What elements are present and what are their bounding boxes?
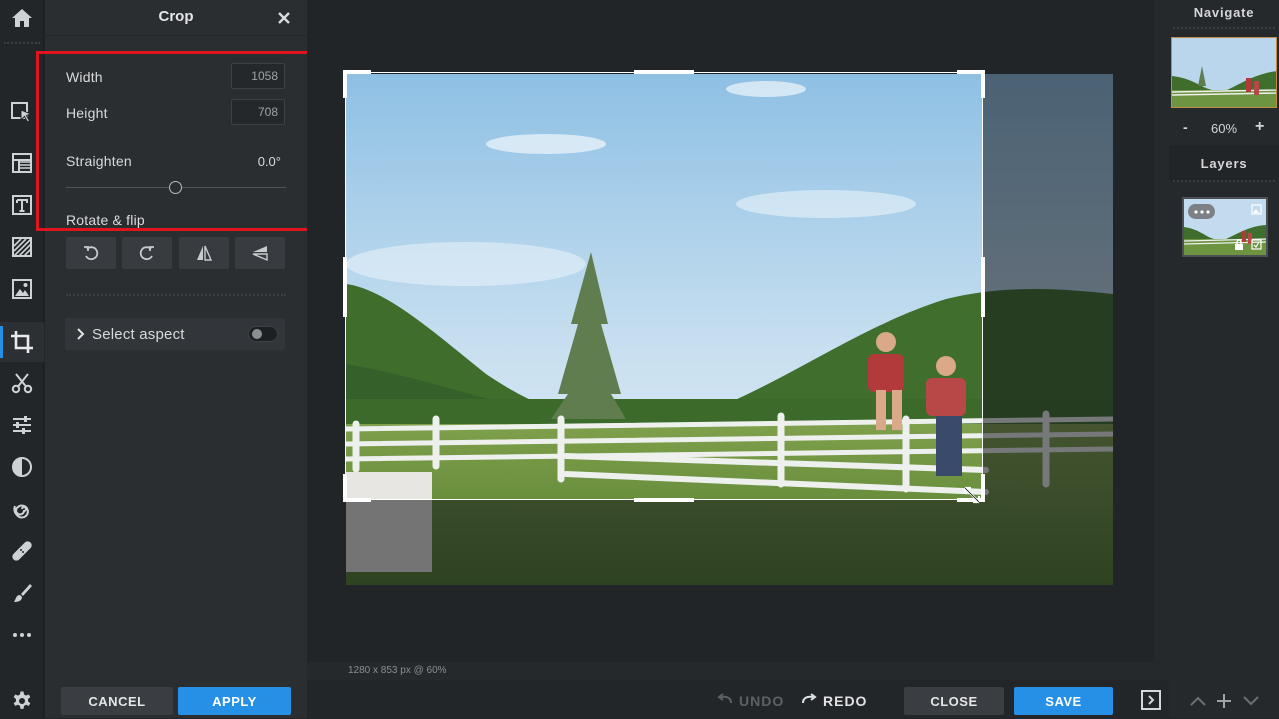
crop-shade-bottom <box>346 499 982 585</box>
crop-handle-right[interactable] <box>981 257 985 317</box>
cancel-button[interactable]: CANCEL <box>61 687 173 715</box>
crop-shade-right <box>982 74 1113 585</box>
zoom-out-button[interactable]: - <box>1183 119 1188 135</box>
layer-move-up-icon[interactable] <box>1189 694 1207 708</box>
crop-handle-bottom-left-v[interactable] <box>343 474 347 502</box>
layer-image-icon <box>1251 204 1262 215</box>
select-aspect-label: Select aspect <box>92 326 185 343</box>
scissors-icon[interactable] <box>0 365 44 401</box>
navigate-title: Navigate <box>1193 5 1255 20</box>
bandage-icon[interactable] <box>0 533 44 569</box>
apply-button[interactable]: APPLY <box>178 687 291 715</box>
crop-handle-bottom[interactable] <box>634 498 694 502</box>
rotate-left-icon <box>84 246 99 261</box>
straighten-slider-knob[interactable] <box>169 181 182 194</box>
crop-handle-top[interactable] <box>634 70 694 74</box>
crop-panel: Crop Width 1058 Height 708 Straighten 0.… <box>45 0 307 718</box>
crop-handle-top-left[interactable] <box>343 70 371 74</box>
lock-icon[interactable] <box>1234 239 1244 251</box>
image-status-bar: 1280 x 853 px @ 60% <box>307 662 1169 680</box>
zoom-level: 60% <box>1210 121 1238 136</box>
crop-frame[interactable] <box>343 70 985 502</box>
crop-icon[interactable] <box>0 322 44 362</box>
navigate-divider <box>1173 27 1275 29</box>
navigator-thumbnail[interactable] <box>1171 37 1277 108</box>
save-button[interactable]: SAVE <box>1014 687 1113 715</box>
more-dots-icon <box>1193 209 1210 214</box>
crop-handle-top-left-v[interactable] <box>343 70 347 98</box>
flip-vertical-icon <box>252 246 268 262</box>
rotate-left-button[interactable] <box>66 237 116 269</box>
spiral-icon[interactable] <box>0 491 44 527</box>
height-field[interactable]: 708 <box>231 99 285 125</box>
layers-divider <box>1173 180 1275 182</box>
select-aspect-row[interactable]: Select aspect <box>65 318 285 350</box>
layer-thumbnail[interactable] <box>1182 197 1268 257</box>
bottom-bar: UNDO REDO CLOSE SAVE <box>307 680 1279 718</box>
layer-move-down-icon[interactable] <box>1242 694 1260 708</box>
flip-vertical-button[interactable] <box>235 237 285 269</box>
layer-options-button[interactable] <box>1188 204 1215 219</box>
panel-divider <box>66 294 286 296</box>
flip-horizontal-icon <box>197 245 213 261</box>
layer-stack-icon[interactable] <box>0 145 44 181</box>
rail-divider <box>4 42 40 44</box>
more-dots-icon[interactable] <box>0 617 44 653</box>
undo-button[interactable]: UNDO <box>739 693 784 709</box>
height-label: Height <box>66 105 108 121</box>
sliders-icon[interactable] <box>0 407 44 443</box>
image-icon[interactable] <box>0 271 44 307</box>
chevron-right-icon <box>77 328 85 340</box>
rotate-flip-label: Rotate & flip <box>66 212 145 228</box>
image-size-zoom-label: 1280 x 853 px @ 60% <box>348 665 447 676</box>
crop-handle-top-right-v[interactable] <box>981 70 985 98</box>
undo-icon <box>717 693 732 704</box>
toggle-sidebar-icon[interactable] <box>1141 690 1161 710</box>
resize-cursor-icon <box>963 486 981 504</box>
width-field[interactable]: 1058 <box>231 63 285 89</box>
close-icon[interactable] <box>275 9 293 27</box>
rotate-right-icon <box>139 246 154 261</box>
rotate-right-button[interactable] <box>122 237 172 269</box>
canvas-scrollbar[interactable] <box>1154 0 1169 680</box>
panel-header: Crop <box>45 0 307 36</box>
crop-handle-left[interactable] <box>343 257 347 317</box>
aspect-toggle-knob <box>252 329 262 339</box>
text-icon[interactable] <box>0 187 44 223</box>
layers-title: Layers <box>1200 156 1248 171</box>
straighten-label: Straighten <box>66 153 132 169</box>
straighten-value: 0.0° <box>257 154 281 169</box>
pattern-fill-icon[interactable] <box>0 229 44 265</box>
crop-handle-bottom-left[interactable] <box>343 498 371 502</box>
layer-visibility-icon[interactable] <box>1251 239 1262 250</box>
flip-horizontal-button[interactable] <box>179 237 229 269</box>
home-icon[interactable] <box>0 0 44 36</box>
tool-rail <box>0 0 44 718</box>
redo-icon <box>802 693 817 704</box>
right-sidebar: Navigate - 60% + Layers <box>1169 0 1279 718</box>
close-button[interactable]: CLOSE <box>904 687 1004 715</box>
width-label: Width <box>66 69 103 85</box>
panel-title: Crop <box>158 8 194 25</box>
aspect-toggle[interactable] <box>248 326 278 342</box>
zoom-in-button[interactable]: + <box>1255 118 1264 136</box>
brush-icon[interactable] <box>0 575 44 611</box>
contrast-icon[interactable] <box>0 449 44 485</box>
add-layer-icon[interactable] <box>1215 692 1233 710</box>
arrange-select-icon[interactable] <box>0 94 44 130</box>
gear-icon[interactable] <box>0 683 44 719</box>
redo-button[interactable]: REDO <box>823 693 867 709</box>
